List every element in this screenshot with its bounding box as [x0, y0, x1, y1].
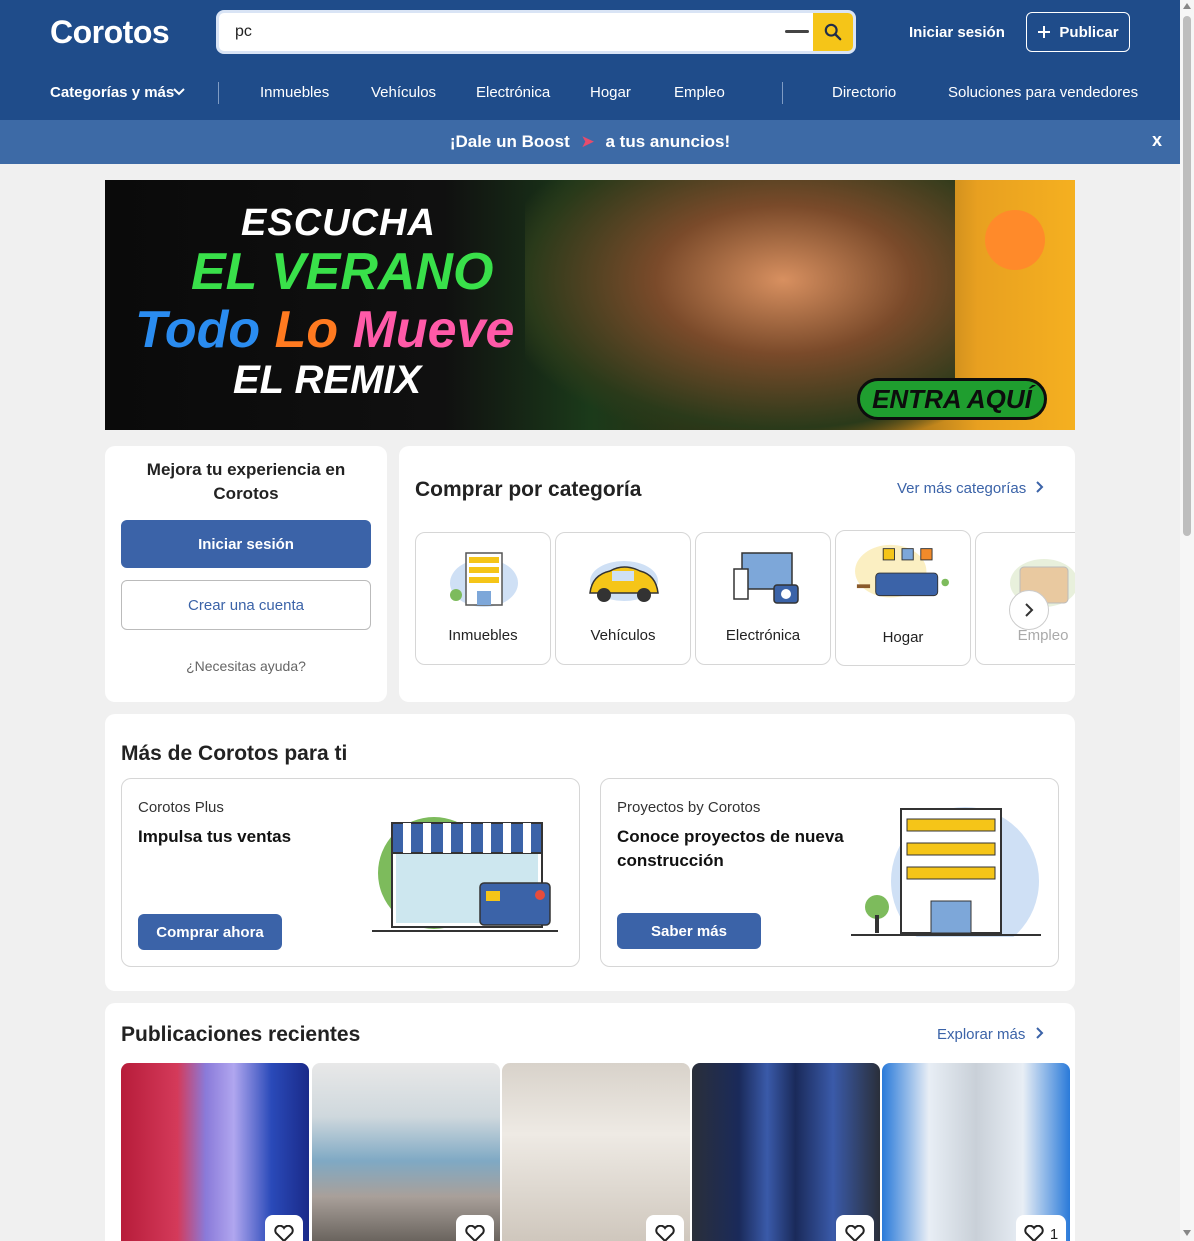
promo-line-3: Todo Lo Mueve [135, 301, 515, 359]
favorite-count: 1 [1049, 1225, 1059, 1241]
promo-banner[interactable]: ESCUCHA EL VERANO Todo Lo Mueve EL REMIX… [105, 180, 1075, 430]
rocket-icon: ➤ [580, 132, 595, 151]
create-account-button[interactable]: Crear una cuenta [121, 580, 371, 630]
category-tile-hogar[interactable]: Hogar [835, 530, 971, 666]
carousel-next-button[interactable] [1009, 590, 1049, 630]
sun-logo-icon [985, 210, 1045, 270]
plus-heading: Impulsa tus ventas [138, 827, 292, 846]
close-icon[interactable]: x [1152, 130, 1162, 151]
favorite-button[interactable] [836, 1215, 874, 1241]
car-icon [589, 561, 659, 602]
listing-thumbnail-phones[interactable] [121, 1063, 309, 1241]
login-card: Mejora tu experiencia en Corotos Iniciar… [105, 446, 387, 702]
listing-thumbnail-lg-phones[interactable] [692, 1063, 880, 1241]
building-icon [450, 552, 518, 607]
sofa-icon [855, 544, 949, 598]
categories-title: Comprar por categoría [415, 478, 642, 501]
search-bar [216, 10, 856, 54]
nav-item-empleo[interactable]: Empleo [674, 84, 725, 101]
category-label: Vehículos [590, 627, 656, 644]
search-input[interactable] [219, 13, 779, 51]
heart-icon [465, 1225, 485, 1241]
scrollbar-thumb[interactable] [1183, 16, 1191, 536]
favorite-button[interactable] [456, 1215, 494, 1241]
building-icon [851, 807, 1041, 937]
corotos-logo[interactable]: Corotos [50, 14, 170, 51]
recent-title: Publicaciones recientes [121, 1023, 361, 1046]
promo-line-1: ESCUCHA [241, 202, 436, 244]
publish-button[interactable]: Publicar [1026, 12, 1130, 52]
boost-text: ¡Dale un Boost ➤ a tus anuncios! [449, 132, 731, 151]
nav-divider [782, 82, 783, 104]
nav-categories[interactable]: Categorías y más [50, 84, 174, 101]
favorite-button[interactable] [646, 1215, 684, 1241]
nav-item-electronica[interactable]: Electrónica [476, 84, 550, 101]
more-corotos-section: Más de Corotos para ti Corotos Plus Impu… [105, 714, 1075, 991]
heart-icon [1024, 1225, 1044, 1241]
see-more-categories-link[interactable]: Ver más categorías [897, 480, 1044, 497]
publish-label: Publicar [1059, 23, 1119, 41]
nav-item-vehiculos[interactable]: Vehículos [371, 84, 436, 101]
electronics-icon [733, 552, 799, 604]
main-nav: Categorías y más Inmuebles Vehículos Ele… [0, 82, 1180, 104]
nav-item-hogar[interactable]: Hogar [590, 84, 631, 101]
clear-search-icon[interactable] [785, 30, 809, 33]
help-link[interactable]: ¿Necesitas ayuda? [105, 658, 387, 674]
listing-thumbnail-apartment[interactable] [312, 1063, 500, 1241]
promo-line-4: EL REMIX [233, 358, 422, 402]
login-link[interactable]: Iniciar sesión [909, 24, 1005, 41]
search-icon [824, 23, 842, 41]
category-label: Electrónica [725, 627, 801, 644]
favorite-button[interactable]: 1 [1016, 1215, 1066, 1241]
category-tile-inmuebles[interactable]: Inmuebles [415, 532, 551, 665]
chevron-down-icon[interactable] [173, 88, 185, 96]
heart-icon [274, 1225, 294, 1241]
category-tile-vehiculos[interactable]: Vehículos [555, 532, 691, 665]
scroll-up-icon[interactable] [1183, 3, 1191, 9]
category-tile-electronica[interactable]: Electrónica [695, 532, 831, 665]
recent-listings-section: Publicaciones recientes Explorar más 1 [105, 1003, 1075, 1241]
boost-banner[interactable]: ¡Dale un Boost ➤ a tus anuncios! x [0, 120, 1180, 164]
learn-more-button[interactable]: Saber más [617, 913, 761, 949]
nav-item-directorio[interactable]: Directorio [832, 84, 896, 101]
site-header: Corotos Iniciar sesión Publicar Categorí… [0, 0, 1180, 120]
search-button[interactable] [813, 13, 853, 51]
heart-icon [655, 1225, 675, 1241]
plus-eyebrow: Corotos Plus [138, 799, 224, 816]
listing-thumbnail-washer[interactable] [502, 1063, 690, 1241]
projects-card: Proyectos by Corotos Conoce proyectos de… [600, 778, 1059, 967]
categories-card: Comprar por categoría Ver más categorías… [399, 446, 1075, 702]
category-label: Hogar [882, 629, 924, 646]
heart-icon [845, 1225, 865, 1241]
corotos-plus-card: Corotos Plus Impulsa tus ventas Comprar … [121, 778, 580, 967]
chevron-right-icon [1036, 481, 1044, 493]
projects-heading: Conoce proyectos de nueva construcción [617, 827, 844, 870]
nav-item-inmuebles[interactable]: Inmuebles [260, 84, 329, 101]
nav-item-soluciones[interactable]: Soluciones para vendedores [948, 84, 1138, 101]
listing-thumbnail-redmi[interactable]: 1 [882, 1063, 1070, 1241]
promo-cta[interactable]: ENTRA AQUÍ [857, 378, 1047, 420]
chevron-right-icon [1025, 603, 1034, 617]
nav-divider [218, 82, 219, 104]
login-button[interactable]: Iniciar sesión [121, 520, 371, 568]
login-card-title: Mejora tu experiencia en Corotos [146, 460, 346, 503]
more-corotos-title: Más de Corotos para ti [121, 742, 348, 765]
promo-line-2: EL VERANO [191, 243, 494, 301]
page-scrollbar[interactable] [1180, 0, 1194, 1241]
buy-now-button[interactable]: Comprar ahora [138, 914, 282, 950]
scroll-down-icon[interactable] [1183, 1230, 1191, 1236]
storefront-icon [372, 817, 558, 932]
plus-icon [1038, 26, 1051, 38]
explore-more-link[interactable]: Explorar más [937, 1026, 1044, 1043]
projects-eyebrow: Proyectos by Corotos [617, 799, 761, 816]
chevron-right-icon [1035, 1027, 1043, 1039]
category-label: Inmuebles [448, 627, 518, 644]
favorite-button[interactable] [265, 1215, 303, 1241]
